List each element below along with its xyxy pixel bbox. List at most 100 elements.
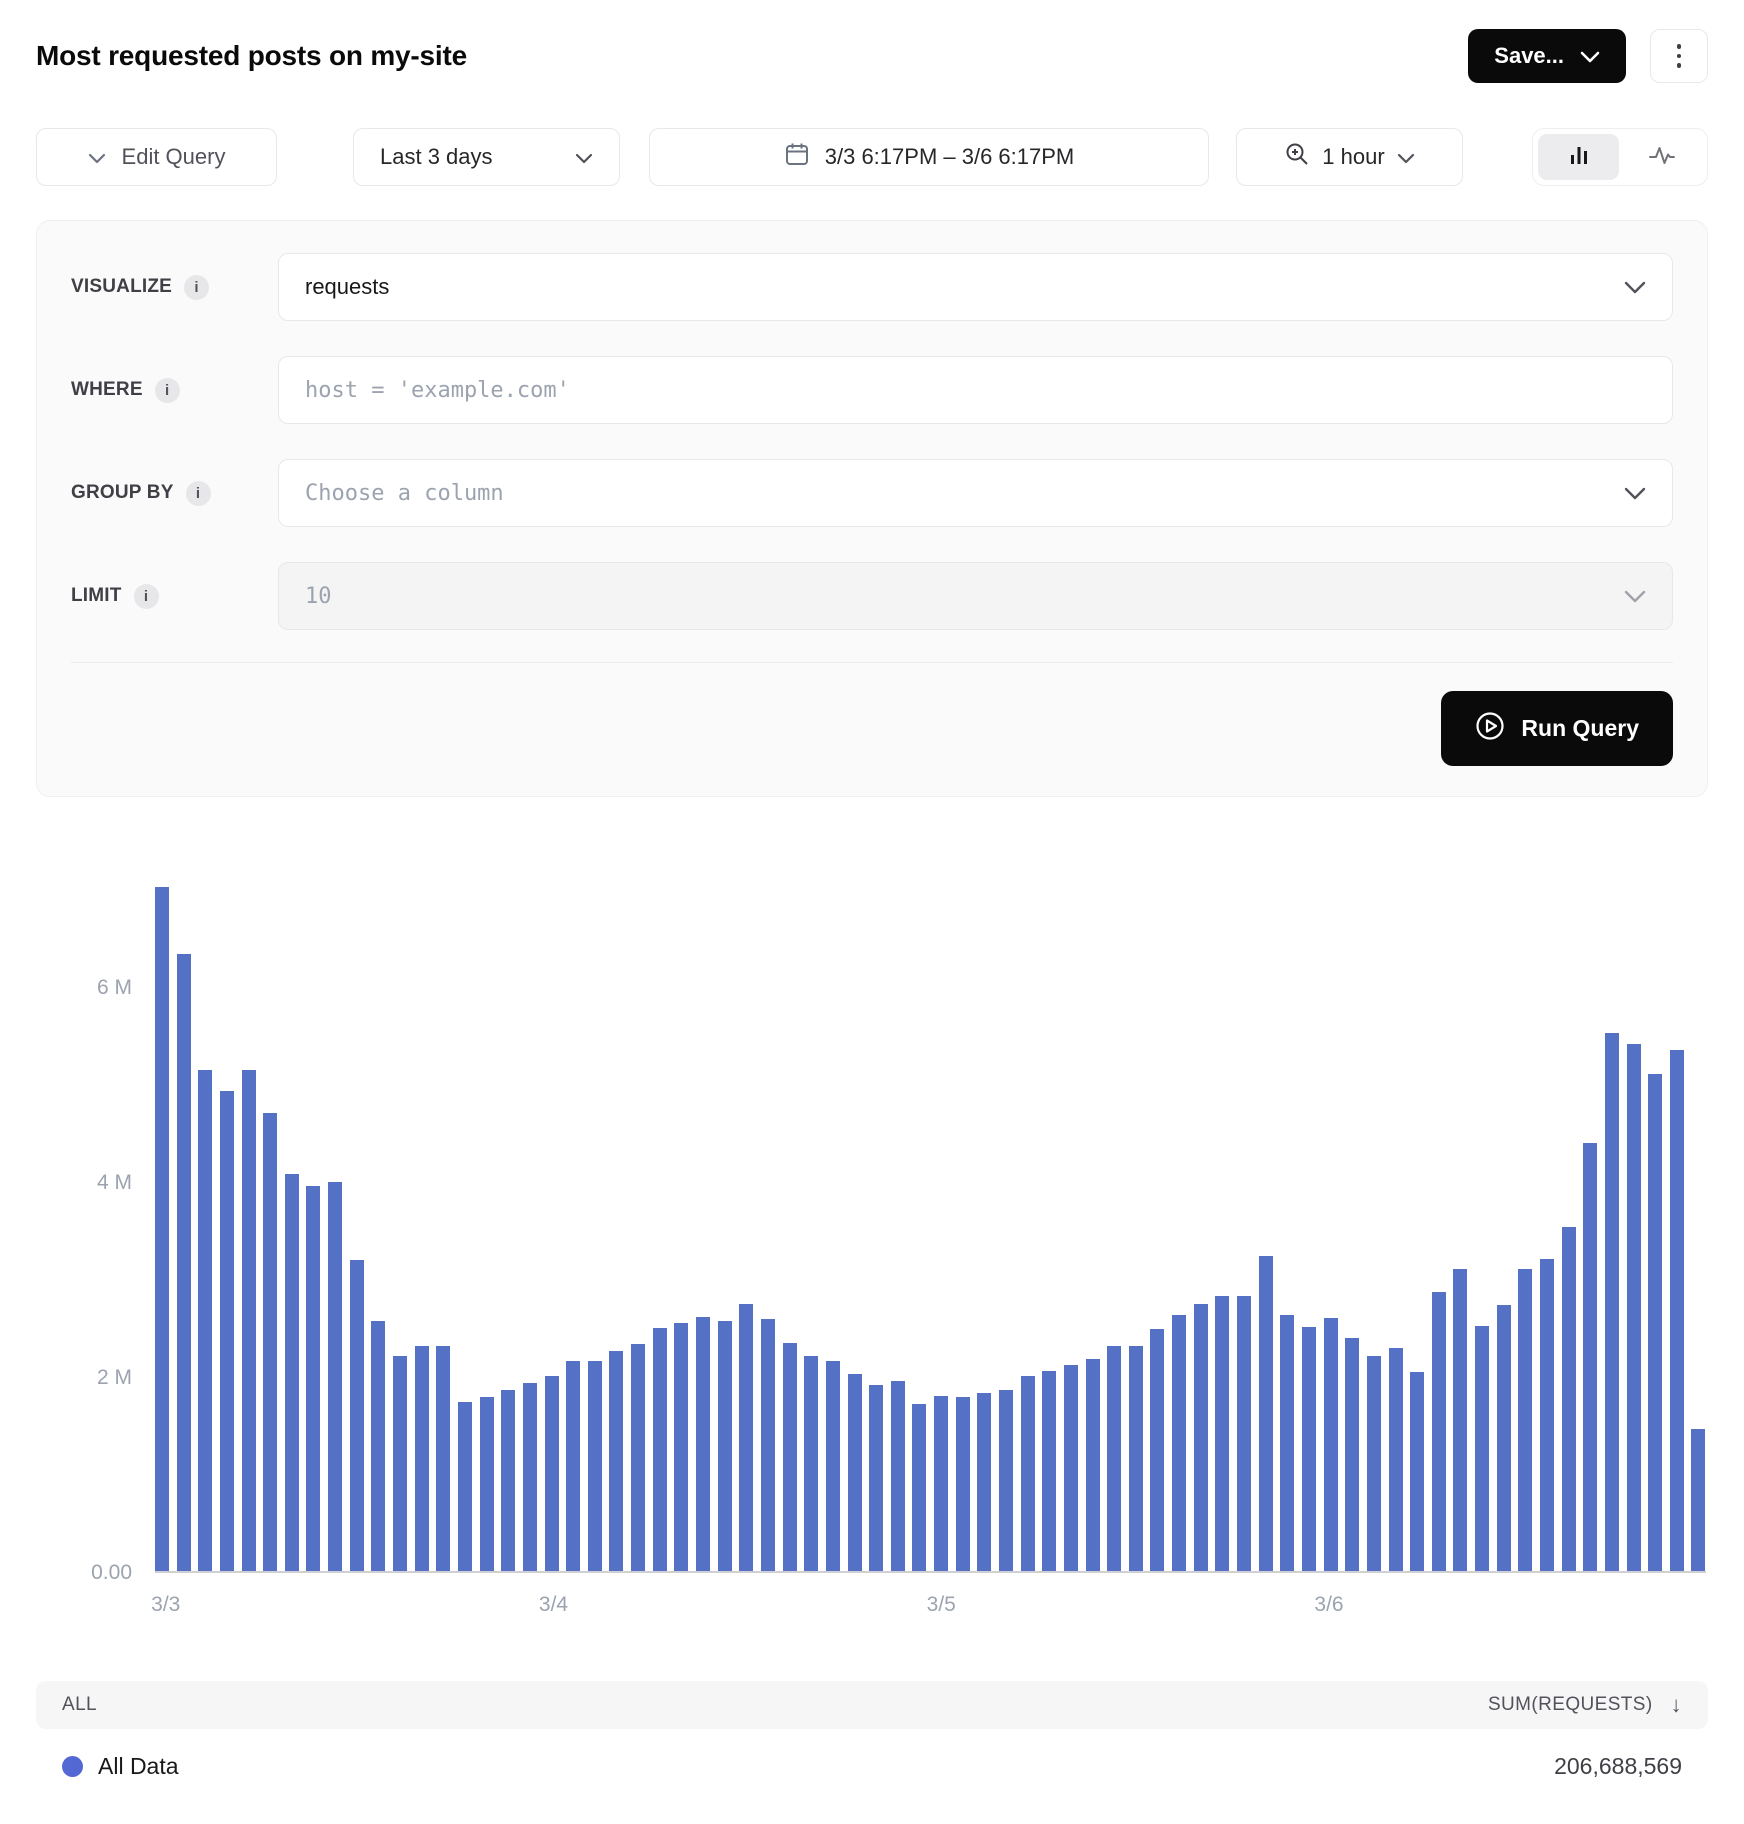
bar[interactable] bbox=[826, 1361, 840, 1571]
bar[interactable] bbox=[1389, 1348, 1403, 1571]
bar[interactable] bbox=[1302, 1327, 1316, 1571]
bar[interactable] bbox=[1497, 1305, 1511, 1571]
where-label: WHERE i bbox=[71, 378, 278, 403]
bar[interactable] bbox=[696, 1317, 710, 1572]
group-by-select[interactable]: Choose a column bbox=[278, 459, 1673, 527]
bar[interactable] bbox=[783, 1343, 797, 1571]
bar[interactable] bbox=[306, 1186, 320, 1571]
info-icon[interactable]: i bbox=[184, 275, 209, 300]
bar[interactable] bbox=[1345, 1338, 1359, 1571]
bar[interactable] bbox=[912, 1404, 926, 1571]
run-query-button[interactable]: Run Query bbox=[1441, 691, 1673, 766]
bar[interactable] bbox=[674, 1323, 688, 1571]
bar[interactable] bbox=[177, 954, 191, 1571]
bar[interactable] bbox=[1021, 1376, 1035, 1571]
bar[interactable] bbox=[1605, 1033, 1619, 1571]
bar[interactable] bbox=[328, 1182, 342, 1571]
info-icon[interactable]: i bbox=[186, 481, 211, 506]
header-actions: Save... bbox=[1468, 29, 1708, 83]
bar[interactable] bbox=[1194, 1304, 1208, 1571]
bar[interactable] bbox=[1367, 1356, 1381, 1572]
bar[interactable] bbox=[718, 1321, 732, 1571]
bar[interactable] bbox=[1259, 1256, 1273, 1571]
bar[interactable] bbox=[1627, 1044, 1641, 1572]
bar[interactable] bbox=[1107, 1346, 1121, 1571]
bar[interactable] bbox=[869, 1385, 883, 1571]
bar[interactable] bbox=[415, 1346, 429, 1571]
bar[interactable] bbox=[155, 887, 169, 1571]
bar[interactable] bbox=[1648, 1074, 1662, 1571]
bar[interactable] bbox=[1150, 1329, 1164, 1571]
bar[interactable] bbox=[350, 1260, 364, 1571]
x-axis-tick: 3/3 bbox=[151, 1593, 180, 1617]
bar[interactable] bbox=[1129, 1346, 1143, 1571]
bar[interactable] bbox=[1691, 1429, 1705, 1571]
bar[interactable] bbox=[588, 1361, 602, 1571]
bar[interactable] bbox=[1042, 1371, 1056, 1571]
bar[interactable] bbox=[458, 1402, 472, 1571]
bar[interactable] bbox=[545, 1376, 559, 1571]
bar[interactable] bbox=[393, 1356, 407, 1572]
bar[interactable] bbox=[1583, 1143, 1597, 1571]
bar[interactable] bbox=[977, 1393, 991, 1571]
save-button-label: Save... bbox=[1494, 43, 1564, 69]
bar[interactable] bbox=[523, 1383, 537, 1571]
time-range-preset-select[interactable]: Last 3 days bbox=[353, 128, 620, 186]
bar[interactable] bbox=[242, 1070, 256, 1571]
bar[interactable] bbox=[1237, 1296, 1251, 1571]
bar[interactable] bbox=[198, 1070, 212, 1571]
limit-select[interactable]: 10 bbox=[278, 562, 1673, 630]
bar[interactable] bbox=[285, 1174, 299, 1571]
edit-query-toggle[interactable]: Edit Query bbox=[36, 128, 277, 186]
bar[interactable] bbox=[848, 1374, 862, 1571]
bar[interactable] bbox=[220, 1091, 234, 1571]
table-row[interactable]: All Data 206,688,569 bbox=[36, 1729, 1708, 1780]
bar[interactable] bbox=[934, 1396, 948, 1572]
bar[interactable] bbox=[891, 1381, 905, 1571]
sum-requests-sort[interactable]: SUM(REQUESTS) ↓ bbox=[1488, 1692, 1682, 1718]
bar[interactable] bbox=[1064, 1365, 1078, 1571]
bar[interactable] bbox=[804, 1356, 818, 1572]
bar[interactable] bbox=[1540, 1259, 1554, 1571]
bar[interactable] bbox=[1453, 1269, 1467, 1571]
visualize-select[interactable]: requests bbox=[278, 253, 1673, 321]
line-chart-toggle[interactable] bbox=[1621, 134, 1702, 180]
bar[interactable] bbox=[436, 1346, 450, 1571]
bar[interactable] bbox=[1086, 1359, 1100, 1571]
bar[interactable] bbox=[1215, 1296, 1229, 1571]
save-button[interactable]: Save... bbox=[1468, 29, 1626, 83]
bar[interactable] bbox=[501, 1390, 515, 1571]
more-options-button[interactable] bbox=[1650, 29, 1708, 83]
where-input[interactable]: host = 'example.com' bbox=[278, 356, 1673, 424]
bar[interactable] bbox=[999, 1390, 1013, 1571]
bar[interactable] bbox=[480, 1397, 494, 1571]
x-axis-tick: 3/5 bbox=[927, 1593, 956, 1617]
bar[interactable] bbox=[1410, 1372, 1424, 1571]
bar-chart-toggle[interactable] bbox=[1538, 134, 1619, 180]
bar[interactable] bbox=[653, 1328, 667, 1571]
bar[interactable] bbox=[1432, 1292, 1446, 1571]
bar[interactable] bbox=[1518, 1269, 1532, 1571]
info-icon[interactable]: i bbox=[134, 584, 159, 609]
bar[interactable] bbox=[739, 1304, 753, 1571]
bar[interactable] bbox=[1280, 1315, 1294, 1571]
granularity-select[interactable]: 1 hour bbox=[1236, 128, 1463, 186]
bar[interactable] bbox=[956, 1397, 970, 1571]
bar[interactable] bbox=[1324, 1318, 1338, 1572]
date-range-picker[interactable]: 3/3 6:17PM – 3/6 6:17PM bbox=[649, 128, 1209, 186]
visualize-value: requests bbox=[305, 274, 389, 300]
limit-row: LIMIT i 10 bbox=[71, 562, 1673, 630]
info-icon[interactable]: i bbox=[155, 378, 180, 403]
bar[interactable] bbox=[1670, 1050, 1684, 1571]
group-by-row: GROUP BY i Choose a column bbox=[71, 459, 1673, 527]
bar[interactable] bbox=[1562, 1227, 1576, 1571]
bar[interactable] bbox=[371, 1321, 385, 1571]
bar[interactable] bbox=[1172, 1315, 1186, 1571]
bar[interactable] bbox=[761, 1319, 775, 1572]
bar[interactable] bbox=[1475, 1326, 1489, 1571]
bar[interactable] bbox=[263, 1113, 277, 1571]
bar[interactable] bbox=[609, 1351, 623, 1571]
bar[interactable] bbox=[631, 1344, 645, 1571]
calendar-icon bbox=[784, 141, 810, 173]
bar[interactable] bbox=[566, 1361, 580, 1571]
